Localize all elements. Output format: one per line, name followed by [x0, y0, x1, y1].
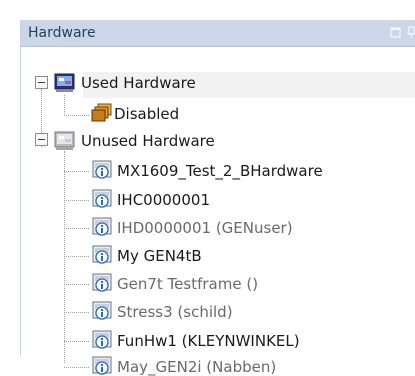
tree-node-device[interactable]: May_GEN2i (Nabben) — [117, 358, 276, 376]
tree-node-device[interactable]: My GEN4tB — [117, 247, 202, 265]
tree-line — [64, 312, 89, 313]
tree-node-disabled[interactable]: Disabled — [114, 105, 179, 123]
tree-line — [64, 228, 89, 229]
tree-node-device[interactable]: IHC0000001 — [117, 191, 210, 209]
tree-node-unused-hardware[interactable]: Unused Hardware — [81, 132, 215, 150]
tree-line — [64, 341, 89, 342]
tree-line — [64, 171, 89, 172]
tree-line — [64, 95, 65, 116]
device-info-icon — [91, 356, 113, 376]
collapse-toggle-unused[interactable] — [35, 133, 48, 146]
tree-node-device[interactable]: IHD0000001 (GENuser) — [117, 219, 293, 237]
device-info-icon — [91, 189, 113, 209]
device-info-icon — [91, 301, 113, 321]
hardware-tree: Used Hardware Disabled Unused Hardware M… — [21, 47, 415, 376]
device-info-icon — [91, 160, 113, 180]
tree-line — [64, 151, 65, 363]
hardware-group-unused-icon — [54, 131, 76, 151]
maximize-icon[interactable] — [389, 26, 402, 39]
device-info-icon — [91, 245, 113, 265]
tree-line — [64, 115, 89, 116]
tree-line — [64, 200, 89, 201]
device-info-icon — [91, 217, 113, 237]
tree-line — [64, 367, 89, 368]
panel-header: Hardware — [21, 20, 415, 47]
tree-node-used-hardware[interactable]: Used Hardware — [81, 74, 196, 92]
pin-icon[interactable] — [405, 26, 415, 39]
tree-node-device[interactable]: MX1609_Test_2_BHardware — [117, 162, 323, 180]
tree-node-device[interactable]: Stress3 (schild) — [117, 303, 233, 321]
top-strip — [0, 0, 415, 20]
device-info-icon — [91, 330, 113, 350]
hardware-group-used-icon — [54, 73, 76, 93]
disabled-folder-icon — [91, 103, 113, 123]
tree-node-device[interactable]: FunHw1 (KLEYNWINKEL) — [117, 332, 300, 350]
tree-line — [64, 284, 89, 285]
collapse-toggle-used[interactable] — [35, 76, 48, 89]
tree-node-device[interactable]: Gen7t Testframe () — [117, 275, 258, 293]
panel-title: Hardware — [28, 25, 96, 41]
hardware-panel: Hardware Used Hardware Disabled Unused H… — [20, 20, 415, 376]
tree-line — [64, 256, 89, 257]
device-info-icon — [91, 273, 113, 293]
